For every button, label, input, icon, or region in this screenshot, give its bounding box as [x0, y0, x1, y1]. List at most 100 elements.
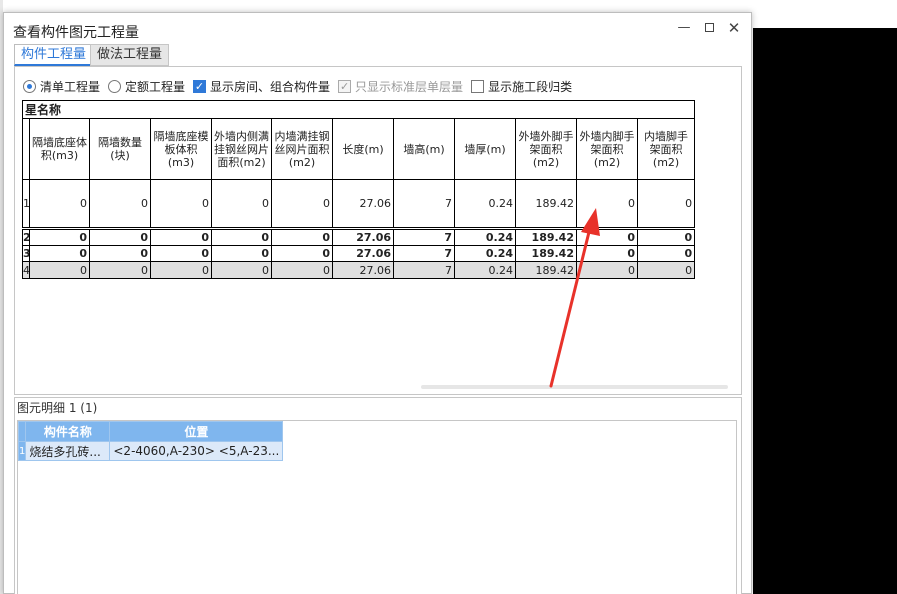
- quantity-panel: 清单工程量 定额工程量 ✓ 显示房间、组合构件量 ✓ 只显示标准层单层量 显示施…: [14, 66, 742, 395]
- table-name-row: 星名称: [21, 100, 696, 119]
- column-header[interactable]: 外墙内脚手架面积(m2): [576, 118, 638, 180]
- column-header[interactable]: 外墙外脚手架面积(m2): [515, 118, 577, 180]
- column-header[interactable]: 构件名称: [25, 421, 111, 442]
- table-cell: 0: [89, 229, 151, 246]
- row-number-header: [22, 118, 30, 180]
- table-cell: 0: [271, 261, 333, 279]
- checkbox-checked-disabled-icon: ✓: [338, 79, 352, 93]
- detail-grid-area: 构件名称 位置 1 烧结多孔砖... <2-4060,A-230> <5,A-2…: [17, 420, 737, 594]
- detail-row-number-header: [17, 421, 27, 442]
- table-cell: 烧结多孔砖...: [25, 441, 111, 461]
- column-header[interactable]: 隔墙底座体积(m3): [29, 118, 90, 180]
- detail-panel: 图元明细 1 (1) 构件名称 位置 1 烧结多孔砖... <2-4060,A-…: [14, 397, 742, 594]
- close-button[interactable]: ✕: [721, 17, 747, 39]
- detail-table: 构件名称 位置 1 烧结多孔砖... <2-4060,A-230> <5,A-2…: [17, 421, 284, 461]
- option-standard-floor-only: ✓ 只显示标准层单层量: [338, 78, 463, 95]
- option-show-construction-section[interactable]: 显示施工段归类: [471, 78, 572, 95]
- table-cell: 0: [576, 261, 638, 279]
- option-label: 定额工程量: [125, 79, 186, 94]
- column-header[interactable]: 位置: [109, 421, 284, 442]
- table-cell: 0: [29, 229, 90, 246]
- table-cell: 0: [271, 245, 333, 262]
- table-cell: 0: [271, 179, 333, 228]
- column-header[interactable]: 墙厚(m): [454, 118, 516, 180]
- table-cell: 0: [211, 261, 272, 279]
- detail-header-row: 构件名称 位置: [17, 421, 284, 442]
- table-cell: 0: [576, 245, 638, 262]
- table-row[interactable]: 3 0 0 0 0 0 27.06 7 0.24 189.42 0 0: [22, 245, 696, 262]
- detail-label: 图元明细 1 (1): [17, 401, 98, 415]
- table-cell: 27.06: [332, 179, 394, 228]
- row-number: 2: [22, 229, 30, 246]
- table-cell: 0: [576, 179, 638, 228]
- table-cell: 0.24: [454, 261, 516, 279]
- table-cell: 0: [89, 261, 151, 279]
- screen: 查看构件图元工程量 — ✕ 构件工程量 做法工程量 清单工程量 定额工程量 ✓ …: [0, 0, 897, 594]
- tab-method-quantity[interactable]: 做法工程量: [90, 44, 170, 66]
- table-cell: 0: [636, 261, 696, 279]
- column-header[interactable]: 隔墙底座模板体积(m3): [150, 118, 212, 180]
- option-quota-quantity[interactable]: 定额工程量: [108, 78, 185, 95]
- row-number: 4: [22, 261, 30, 279]
- table-cell: 0.24: [454, 245, 516, 262]
- table-cell: 27.06: [332, 261, 394, 279]
- detail-row[interactable]: 1 烧结多孔砖... <2-4060,A-230> <5,A-23...: [17, 441, 284, 461]
- table-row[interactable]: 2 0 0 0 0 0 27.06 7 0.24 189.42 0 0: [22, 229, 696, 246]
- table-cell: 0: [89, 245, 151, 262]
- option-bill-quantity[interactable]: 清单工程量: [23, 78, 100, 95]
- table-cell: 189.42: [515, 261, 577, 279]
- column-header[interactable]: 隔墙数量(块): [89, 118, 151, 180]
- table-cell: 0: [150, 179, 212, 228]
- option-label: 显示施工段归类: [488, 79, 573, 94]
- table-cell: 189.42: [515, 245, 577, 262]
- table-cell: 189.42: [515, 179, 577, 228]
- table-cell: 0: [150, 245, 212, 262]
- quantity-table: 星名称 隔墙底座体积(m3) 隔墙数量(块) 隔墙底座模板体积(m3) 外墙内侧…: [21, 100, 696, 279]
- table-cell: 0: [636, 229, 696, 246]
- maximize-button[interactable]: [696, 17, 722, 39]
- table-cell: 0: [636, 245, 696, 262]
- quantity-dialog: 查看构件图元工程量 — ✕ 构件工程量 做法工程量 清单工程量 定额工程量 ✓ …: [3, 12, 752, 594]
- table-cell: 7: [393, 261, 455, 279]
- table-cell: 7: [393, 245, 455, 262]
- table-cell: 0: [636, 179, 696, 228]
- table-cell: 0: [211, 179, 272, 228]
- option-show-room-components[interactable]: ✓ 显示房间、组合构件量: [193, 78, 330, 95]
- column-header[interactable]: 墙高(m): [393, 118, 455, 180]
- options-bar: 清单工程量 定额工程量 ✓ 显示房间、组合构件量 ✓ 只显示标准层单层量 显示施…: [23, 77, 580, 95]
- horizontal-scrollbar[interactable]: [421, 385, 728, 389]
- table-cell: 0: [271, 229, 333, 246]
- table-cell: 0: [29, 261, 90, 279]
- table-cell: 0: [150, 229, 212, 246]
- checkbox-unchecked-icon: [471, 79, 485, 93]
- table-cell: 7: [393, 179, 455, 228]
- column-header[interactable]: 长度(m): [332, 118, 394, 180]
- column-header[interactable]: 内墙满挂钢丝网片面积(m2): [271, 118, 333, 180]
- table-cell: 0: [576, 229, 638, 246]
- column-header[interactable]: 内墙脚手架面积(m2): [636, 118, 696, 180]
- name-header: 星名称: [21, 100, 696, 119]
- maximize-icon: [704, 23, 714, 32]
- radio-checked-icon: [23, 79, 36, 93]
- dialog-title: 查看构件图元工程量: [13, 25, 139, 41]
- table-cell: 0: [150, 261, 212, 279]
- minimize-button[interactable]: —: [671, 17, 697, 39]
- column-header[interactable]: 外墙内侧满挂钢丝网片面积(m2): [211, 118, 272, 180]
- table-cell: 0: [211, 245, 272, 262]
- option-label: 显示房间、组合构件量: [210, 79, 331, 94]
- table-cell: 0: [29, 179, 90, 228]
- row-number: 1: [17, 441, 27, 461]
- table-cell: 0.24: [454, 179, 516, 228]
- background-black-area: [753, 28, 897, 594]
- table-row[interactable]: 4 0 0 0 0 0 27.06 7 0.24 189.42 0 0: [22, 261, 696, 279]
- table-cell: 27.06: [332, 229, 394, 246]
- table-header-row: 隔墙底座体积(m3) 隔墙数量(块) 隔墙底座模板体积(m3) 外墙内侧满挂钢丝…: [22, 118, 696, 180]
- table-row[interactable]: 1 0 0 0 0 0 27.06 7 0.24 189.42 0 0: [22, 179, 696, 228]
- tab-component-quantity[interactable]: 构件工程量: [14, 44, 94, 66]
- option-label: 清单工程量: [40, 79, 101, 94]
- table-cell: 189.42: [515, 229, 577, 246]
- table-cell: <2-4060,A-230> <5,A-23...: [109, 441, 284, 461]
- row-number: 1: [22, 179, 30, 228]
- table-cell: 27.06: [332, 245, 394, 262]
- checkbox-checked-icon: ✓: [193, 79, 207, 93]
